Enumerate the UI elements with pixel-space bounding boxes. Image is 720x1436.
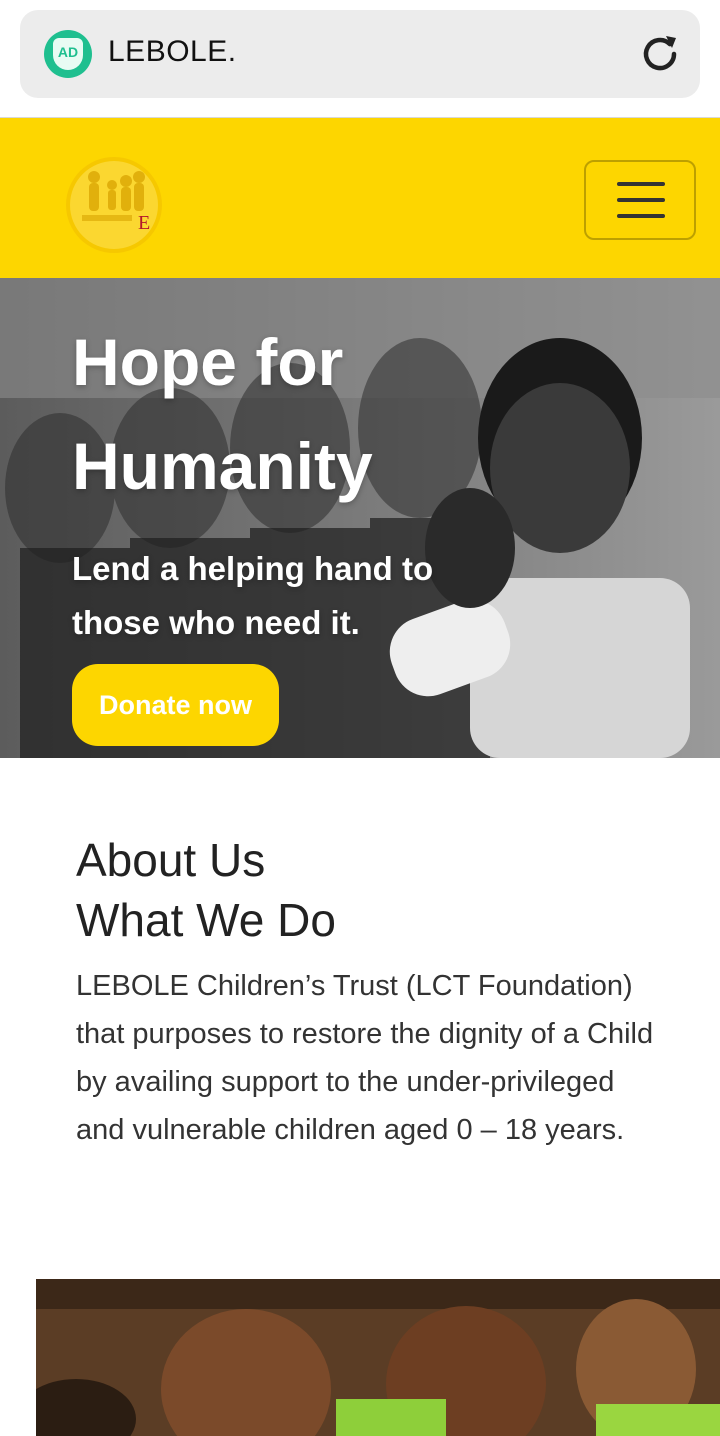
- url-bar[interactable]: AD LEBOLE.: [20, 10, 700, 98]
- children-photo: [36, 1279, 720, 1436]
- menu-bar-bottom: [617, 214, 665, 218]
- about-section: About Us What We Do LEBOLE Children’s Tr…: [76, 830, 656, 1154]
- site-header: E: [0, 118, 720, 278]
- about-body-text: LEBOLE Children’s Trust (LCT Foundation)…: [76, 970, 654, 1146]
- url-text[interactable]: LEBOLE.: [108, 35, 237, 69]
- menu-bar-middle: [617, 198, 665, 202]
- hero-subtitle: Lend a helping hand to those who need it…: [72, 550, 434, 641]
- about-heading: About Us What We Do: [76, 830, 656, 950]
- browser-address-bar: AD LEBOLE.: [0, 0, 720, 118]
- hero-title: Hope for Humanity: [72, 325, 373, 503]
- about-heading-line2: What We Do: [76, 894, 336, 946]
- adblock-label: AD: [57, 44, 79, 60]
- about-heading-line1: About Us: [76, 834, 266, 886]
- adblock-shield-icon[interactable]: AD: [44, 30, 92, 78]
- menu-bar-top: [617, 182, 665, 186]
- donate-now-button[interactable]: Donate now: [72, 664, 279, 746]
- site-logo[interactable]: E: [64, 155, 164, 255]
- hamburger-menu-icon[interactable]: [584, 160, 696, 240]
- reload-icon[interactable]: [638, 32, 682, 76]
- children-photo-image: [36, 1279, 720, 1436]
- logo-letter: E: [138, 212, 150, 234]
- hero-banner: Hope for Humanity Lend a helping hand to…: [0, 278, 720, 758]
